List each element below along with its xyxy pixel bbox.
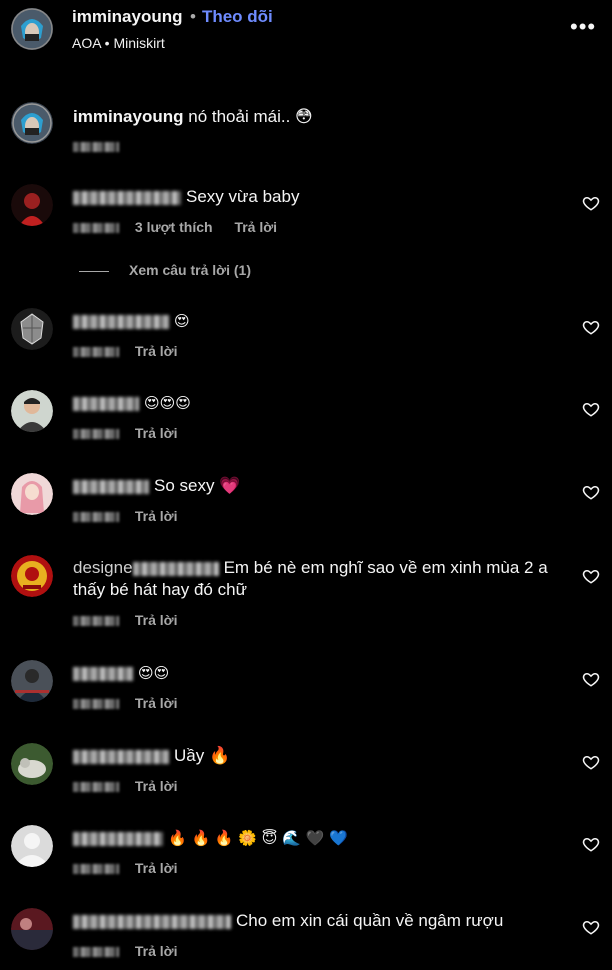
- comment-text: 🔥 🔥 🔥 🌼 😇 🌊 🖤 💙: [73, 827, 563, 849]
- blurred-username[interactable]: [73, 479, 149, 494]
- reply-button[interactable]: Trả lời: [135, 695, 178, 711]
- blurred-time: [73, 947, 119, 958]
- heart-outline-icon[interactable]: [582, 400, 600, 418]
- blurred-time: [73, 512, 119, 523]
- reply-button[interactable]: Trả lời: [135, 343, 178, 359]
- comment-text: So sexy 💗: [73, 475, 563, 497]
- blurred-username[interactable]: [73, 314, 169, 329]
- commenter-avatar[interactable]: [11, 473, 53, 515]
- heart-outline-icon[interactable]: [582, 318, 600, 336]
- commenter-avatar[interactable]: [11, 825, 53, 867]
- reply-button[interactable]: Trả lời: [135, 860, 178, 876]
- author-avatar[interactable]: [11, 8, 53, 50]
- blurred-username[interactable]: [132, 561, 219, 576]
- commenter-avatar[interactable]: [11, 743, 53, 785]
- commenter-avatar[interactable]: [11, 908, 53, 950]
- blurred-time: [73, 699, 119, 710]
- caption-text: imminayoung nó thoải mái.. 😳: [73, 106, 563, 128]
- comment-text: designe Em bé nè em nghĩ sao về em xinh m…: [73, 557, 563, 601]
- post-audio-subtitle[interactable]: AOA • Miniskirt: [72, 35, 165, 51]
- comment-body: 😍: [174, 312, 190, 330]
- heart-outline-icon[interactable]: [582, 670, 600, 688]
- heart-outline-icon[interactable]: [582, 567, 600, 585]
- comment-body: 😍😍😍: [144, 394, 191, 412]
- blurred-time: [73, 142, 119, 153]
- caption-body: nó thoải mái.. 😳: [188, 107, 313, 126]
- comment-body: Sexy vừa baby: [186, 187, 300, 206]
- heart-outline-icon[interactable]: [582, 194, 600, 212]
- reply-button[interactable]: Trả lời: [135, 425, 178, 441]
- view-replies-button[interactable]: Xem câu trả lời (1): [79, 262, 251, 278]
- post-header: imminayoung • Theo dõi AOA • Miniskirt ••…: [0, 0, 612, 70]
- blurred-time: [73, 429, 119, 440]
- blurred-time: [73, 864, 119, 875]
- comment-meta: Trả lời: [73, 943, 196, 959]
- comment-meta: Trả lời: [73, 778, 196, 794]
- separator-dot: •: [190, 7, 196, 26]
- comment-body: 🔥 🔥 🔥 🌼 😇 🌊 🖤 💙: [168, 829, 348, 847]
- comment-text: Cho em xin cái quần về ngâm rượu: [73, 910, 563, 932]
- comment-meta: Trả lời: [73, 695, 196, 711]
- comment-text: 😍: [73, 310, 563, 332]
- blurred-time: [73, 347, 119, 358]
- follow-button[interactable]: • Theo dõi: [190, 7, 273, 27]
- caption-username[interactable]: imminayoung: [73, 107, 184, 126]
- follow-label[interactable]: Theo dõi: [202, 7, 273, 26]
- partial-username[interactable]: designe: [73, 558, 133, 577]
- blurred-time: [73, 782, 119, 793]
- comment-text: Uầy 🔥: [73, 745, 563, 767]
- like-count[interactable]: 3 lượt thích: [135, 219, 213, 235]
- comment-meta: Trả lời: [73, 425, 196, 441]
- reply-button[interactable]: Trả lời: [234, 219, 277, 235]
- commenter-avatar[interactable]: [11, 660, 53, 702]
- heart-outline-icon[interactable]: [582, 483, 600, 501]
- commenter-avatar[interactable]: [11, 390, 53, 432]
- heart-outline-icon[interactable]: [582, 753, 600, 771]
- comment-meta: Trả lời: [73, 860, 196, 876]
- comment-body: Cho em xin cái quần về ngâm rượu: [236, 911, 504, 930]
- comment-meta: Trả lời: [73, 343, 196, 359]
- comment-text: Sexy vừa baby: [73, 186, 563, 208]
- blurred-username[interactable]: [73, 749, 169, 764]
- blurred-time: [73, 616, 119, 627]
- blurred-username[interactable]: [73, 666, 133, 681]
- reply-button[interactable]: Trả lời: [135, 508, 178, 524]
- comment-text: 😍😍😍: [73, 392, 563, 414]
- commenter-avatar[interactable]: [11, 308, 53, 350]
- comment-text: 😍😍: [73, 662, 563, 684]
- reply-button[interactable]: Trả lời: [135, 612, 178, 628]
- blurred-username[interactable]: [73, 396, 139, 411]
- comment-body: 😍😍: [138, 664, 170, 682]
- comment-body: So sexy 💗: [154, 476, 241, 495]
- reply-button[interactable]: Trả lời: [135, 943, 178, 959]
- heart-outline-icon[interactable]: [582, 835, 600, 853]
- commenter-avatar[interactable]: [11, 555, 53, 597]
- blurred-username[interactable]: [73, 831, 163, 846]
- comment-meta: Trả lời: [73, 612, 196, 628]
- author-username[interactable]: imminayoung: [72, 7, 183, 27]
- blurred-username[interactable]: [73, 190, 181, 205]
- view-replies-label[interactable]: Xem câu trả lời (1): [129, 262, 251, 278]
- caption-avatar[interactable]: [11, 102, 53, 144]
- comment-body: Uầy 🔥: [174, 746, 231, 765]
- commenter-avatar[interactable]: [11, 184, 53, 226]
- more-options-icon[interactable]: •••: [570, 16, 596, 38]
- replies-divider: [79, 270, 109, 272]
- blurred-time: [73, 223, 119, 234]
- blurred-username[interactable]: [73, 914, 231, 929]
- caption-meta: [73, 138, 131, 154]
- comment-meta: 3 lượt thích Trả lời: [73, 219, 295, 235]
- comment-meta: Trả lời: [73, 508, 196, 524]
- reply-button[interactable]: Trả lời: [135, 778, 178, 794]
- heart-outline-icon[interactable]: [582, 918, 600, 936]
